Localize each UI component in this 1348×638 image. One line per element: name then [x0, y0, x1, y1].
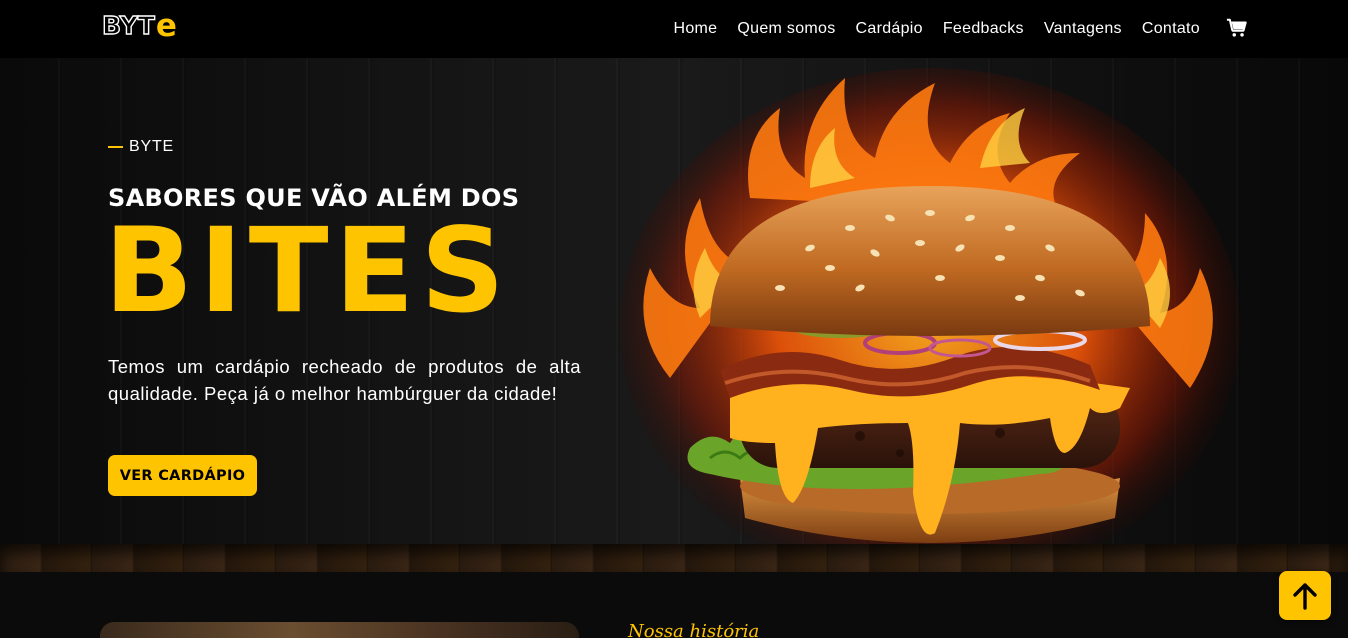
hero-section: BYTE SABORES QUE VÃO ALÉM DOS BITES Temo…: [0, 58, 1348, 572]
eyebrow-dash: [108, 146, 123, 148]
hero-description: Temos um cardápio recheado de produtos d…: [108, 356, 581, 404]
logo-main-text: BYT: [101, 11, 155, 40]
arrow-up-icon: [1293, 582, 1317, 610]
logo[interactable]: BYT e: [101, 8, 177, 44]
eyebrow-text: BYTE: [129, 138, 174, 155]
nav-item-home[interactable]: Home: [673, 20, 717, 37]
nav-item-vantagens[interactable]: Vantagens: [1044, 20, 1122, 37]
nav-item-quem-somos[interactable]: Quem somos: [737, 20, 835, 37]
nav-links: Home Quem somos Cardápio Feedbacks Vanta…: [673, 18, 1200, 38]
ver-cardapio-button[interactable]: VER CARDÁPIO: [108, 455, 257, 496]
navbar: BYT e Home Quem somos Cardápio Feedbacks…: [0, 0, 1348, 58]
cart-icon[interactable]: [1226, 17, 1248, 39]
nav-item-cardapio[interactable]: Cardápio: [856, 20, 923, 37]
hero-eyebrow: BYTE: [108, 138, 174, 156]
about-image: [100, 622, 579, 638]
nav-item-contato[interactable]: Contato: [1142, 20, 1200, 37]
hero-title: BITES: [104, 202, 511, 339]
about-label: Nossa história: [628, 621, 760, 638]
nav-item-feedbacks[interactable]: Feedbacks: [943, 20, 1024, 37]
hero-burger-image: [600, 58, 1260, 572]
logo-accent-text: e: [155, 8, 177, 44]
scroll-top-button[interactable]: [1279, 571, 1331, 620]
